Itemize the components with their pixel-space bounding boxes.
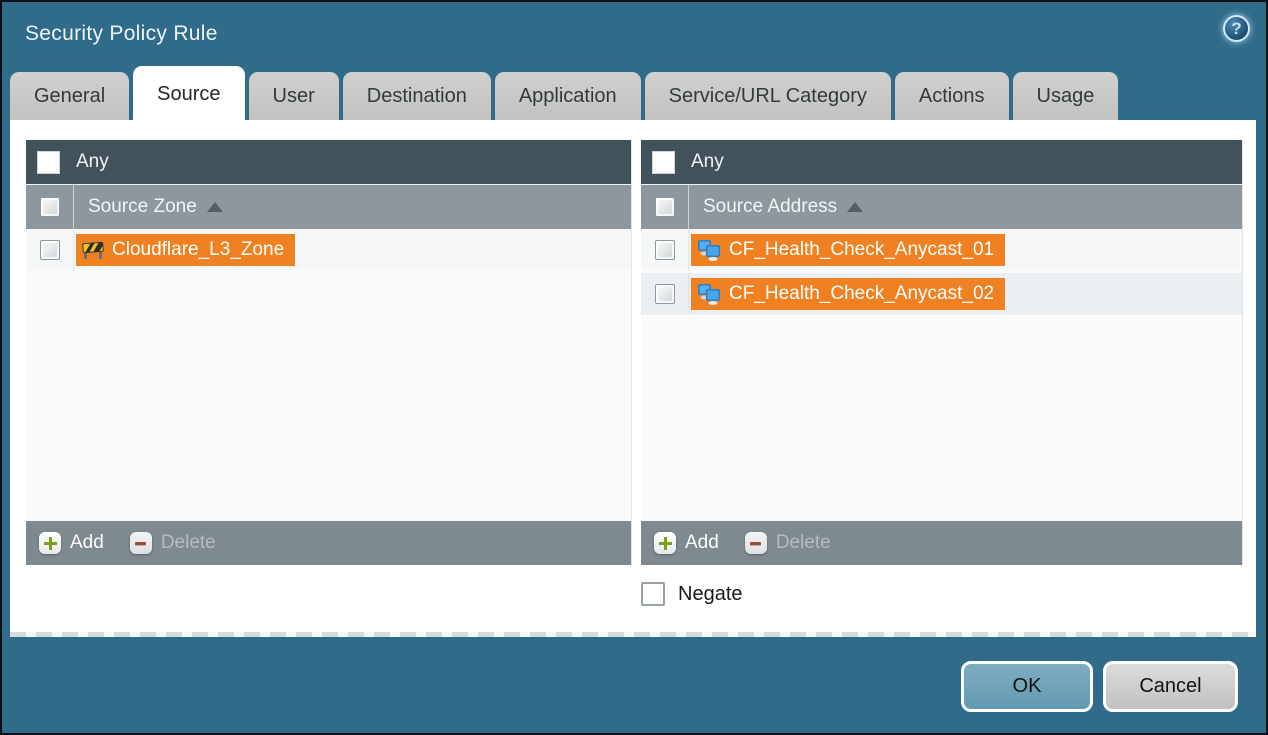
resize-grip <box>10 632 1256 637</box>
address-icon <box>697 283 721 305</box>
address-icon <box>697 239 721 261</box>
source-address-column-header[interactable]: Source Address <box>641 184 1242 229</box>
help-icon[interactable]: ? <box>1223 15 1250 42</box>
any-label: Any <box>76 151 109 173</box>
delete-button[interactable]: Delete <box>130 532 216 554</box>
cancel-button[interactable]: Cancel <box>1103 661 1238 712</box>
negate-label: Negate <box>678 583 743 606</box>
source-address-list: CF_Health_Check_Anycast_01 CF_Health_Che… <box>641 229 1242 521</box>
row-checkbox[interactable] <box>40 240 60 260</box>
object-chip[interactable]: CF_Health_Check_Anycast_01 <box>691 234 1005 266</box>
tab-destination[interactable]: Destination <box>343 72 491 120</box>
row-checkbox-cell <box>641 273 689 315</box>
column-title: Source Address <box>703 196 837 218</box>
dialog-content: Any Source Zone Cloudflare_L3_Zone Add <box>10 120 1256 637</box>
any-label: Any <box>691 151 724 173</box>
any-checkbox[interactable] <box>652 151 675 174</box>
plus-icon <box>39 532 61 554</box>
add-button[interactable]: Add <box>39 532 104 554</box>
tab-user[interactable]: User <box>249 72 339 120</box>
dialog-title: Security Policy Rule <box>25 22 218 46</box>
sort-ascending-icon <box>207 202 223 212</box>
row-checkbox-cell <box>641 229 689 271</box>
source-address-any-bar: Any <box>641 140 1242 184</box>
table-row[interactable]: CF_Health_Check_Anycast_02 <box>641 273 1242 317</box>
tab-application[interactable]: Application <box>495 72 641 120</box>
delete-button[interactable]: Delete <box>745 532 831 554</box>
minus-icon <box>130 532 152 554</box>
sort-ascending-icon <box>847 202 863 212</box>
select-all-checkbox[interactable] <box>40 197 60 217</box>
object-name: Cloudflare_L3_Zone <box>112 239 284 261</box>
select-all-checkbox[interactable] <box>655 197 675 217</box>
ok-button[interactable]: OK <box>961 661 1093 712</box>
tab-actions[interactable]: Actions <box>895 72 1009 120</box>
table-row[interactable]: Cloudflare_L3_Zone <box>26 229 631 273</box>
object-name: CF_Health_Check_Anycast_02 <box>729 283 994 305</box>
row-checkbox-cell <box>26 229 74 271</box>
tab-bar: GeneralSourceUserDestinationApplicationS… <box>10 66 1258 120</box>
titlebar: Security Policy Rule ? <box>2 2 1266 66</box>
object-name: CF_Health_Check_Anycast_01 <box>729 239 994 261</box>
security-policy-rule-dialog: Security Policy Rule ? GeneralSourceUser… <box>0 0 1268 735</box>
tab-service-url-category[interactable]: Service/URL Category <box>645 72 891 120</box>
source-address-panel: Any Source Address CF_Health_Check_Anyca… <box>641 140 1243 565</box>
plus-icon <box>654 532 676 554</box>
tab-usage[interactable]: Usage <box>1013 72 1119 120</box>
source-zone-list: Cloudflare_L3_Zone <box>26 229 631 521</box>
source-zone-panel: Any Source Zone Cloudflare_L3_Zone Add <box>26 140 632 565</box>
row-checkbox[interactable] <box>655 240 675 260</box>
column-title: Source Zone <box>88 196 197 218</box>
source-zone-column-header[interactable]: Source Zone <box>26 184 631 229</box>
object-chip[interactable]: Cloudflare_L3_Zone <box>76 234 295 266</box>
tab-general[interactable]: General <box>10 72 129 120</box>
negate-row: Negate <box>641 582 743 606</box>
minus-icon <box>745 532 767 554</box>
table-row[interactable]: CF_Health_Check_Anycast_01 <box>641 229 1242 273</box>
row-checkbox[interactable] <box>655 284 675 304</box>
any-checkbox[interactable] <box>37 151 60 174</box>
source-zone-toolbar: Add Delete <box>26 521 631 565</box>
negate-checkbox[interactable] <box>641 582 665 606</box>
source-address-toolbar: Add Delete <box>641 521 1242 565</box>
zone-icon <box>82 240 104 260</box>
tab-source[interactable]: Source <box>133 66 244 122</box>
add-button[interactable]: Add <box>654 532 719 554</box>
object-chip[interactable]: CF_Health_Check_Anycast_02 <box>691 278 1005 310</box>
source-zone-any-bar: Any <box>26 140 631 184</box>
